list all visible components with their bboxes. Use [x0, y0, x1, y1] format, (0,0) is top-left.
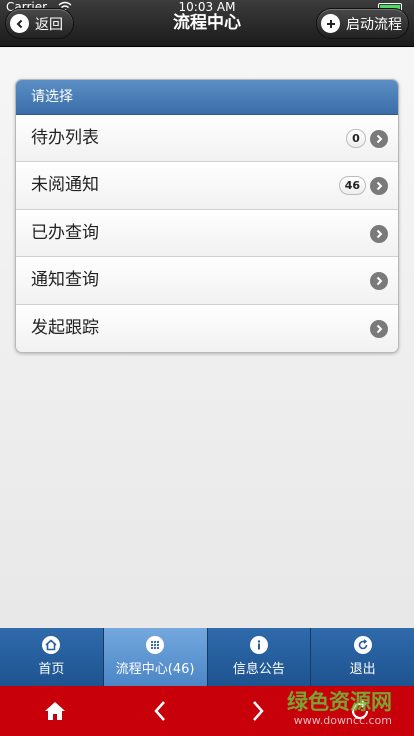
tab-label: 信息公告 [232, 662, 285, 677]
bottom-tab-bar: 首页 流程中心(46) 信息公告 退出 [0, 628, 414, 686]
info-icon [249, 636, 268, 654]
list-item-todo[interactable]: 待办列表 0 [16, 115, 398, 163]
start-process-button[interactable]: 启动流程 [316, 8, 409, 39]
start-process-label: 启动流程 [346, 16, 402, 33]
back-arrow-icon[interactable] [147, 698, 173, 724]
list-item-done-query[interactable]: 已办查询 [16, 209, 398, 258]
logout-icon [353, 636, 372, 654]
chevron-right-icon [370, 224, 388, 243]
list-header: 请选择 [16, 80, 398, 115]
tab-label: 首页 [38, 662, 65, 677]
plus-icon [321, 14, 340, 33]
grid-icon [146, 636, 165, 654]
tab-home[interactable]: 首页 [0, 628, 104, 686]
list-item-initiated-tracking[interactable]: 发起跟踪 [16, 304, 398, 352]
count-badge: 0 [346, 129, 366, 148]
tab-announcements[interactable]: 信息公告 [207, 628, 312, 686]
chevron-right-icon [370, 130, 388, 148]
watermark-logo: 绿色资源网 [287, 690, 392, 714]
chevron-right-icon [370, 272, 388, 291]
chevron-right-icon [370, 319, 388, 338]
home-icon [42, 636, 61, 654]
chevron-right-icon [370, 177, 388, 196]
list-item-label: 发起跟踪 [31, 317, 99, 338]
browser-toolbar: 绿色资源网 www.downcc.com [0, 686, 414, 736]
list-item-unread-notices[interactable]: 未阅通知 46 [16, 162, 398, 210]
main-content: 请选择 待办列表 0 未阅通知 46 已办查询 通知查询 发起跟踪 [0, 48, 414, 628]
list-item-label: 通知查询 [31, 270, 99, 291]
header-bar: Carrier 10:03 AM 返回 流程中心 启动流程 [0, 0, 414, 47]
list-item-label: 已办查询 [31, 222, 99, 243]
home-icon[interactable] [42, 698, 68, 724]
tab-label: 流程中心(46) [115, 662, 195, 677]
list-item-label: 未阅通知 [31, 175, 99, 196]
menu-list: 请选择 待办列表 0 未阅通知 46 已办查询 通知查询 发起跟踪 [15, 79, 399, 353]
forward-arrow-icon[interactable] [245, 698, 271, 724]
list-item-notice-query[interactable]: 通知查询 [16, 257, 398, 305]
tab-process-center[interactable]: 流程中心(46) [103, 628, 208, 686]
list-item-label: 待办列表 [31, 128, 99, 148]
watermark-url: www.downcc.com [293, 714, 392, 727]
tab-logout[interactable]: 退出 [311, 628, 414, 686]
tab-label: 退出 [349, 662, 376, 677]
count-badge: 46 [338, 176, 366, 196]
